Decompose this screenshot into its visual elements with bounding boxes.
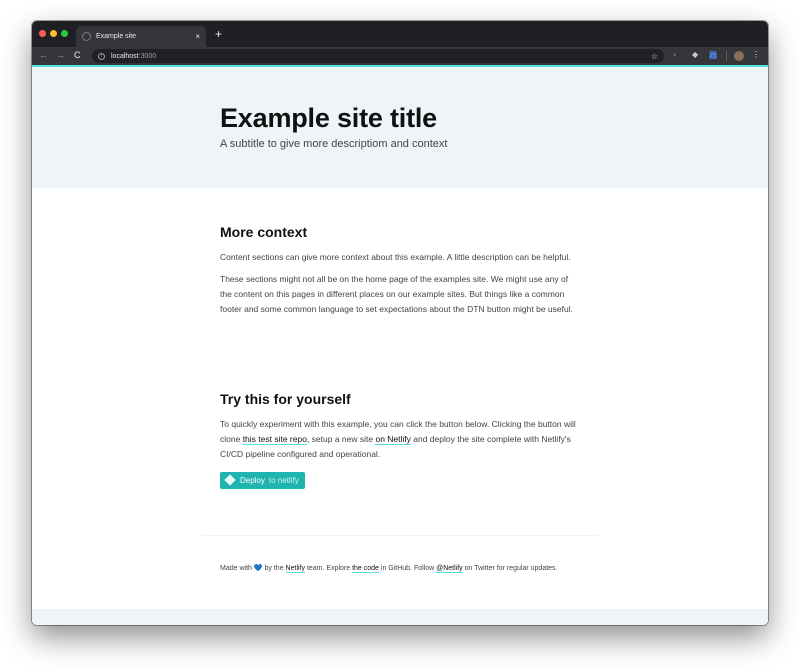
window-controls [39, 30, 68, 37]
paragraph: These sections might not all be on the h… [220, 274, 573, 314]
footer-twitter-link[interactable]: @Netlify [436, 565, 463, 573]
url-port: :3000 [138, 52, 157, 60]
repo-link[interactable]: this test site repo [242, 434, 307, 445]
back-arrow-icon[interactable]: ← [39, 50, 48, 60]
text: in GitHub. Follow [378, 565, 437, 572]
browser-tab[interactable]: Example site × [76, 26, 206, 47]
footer-code-link[interactable]: the code [352, 565, 379, 573]
hero-banner: Example site title A subtitle to give mo… [32, 67, 768, 188]
browser-toolbar: ← → C i localhost :3000 ☆ ◐ ◆ 器 ⋮ [32, 47, 768, 65]
close-tab-icon[interactable]: × [195, 32, 200, 41]
url-host: localhost [111, 52, 139, 60]
globe-icon [82, 32, 91, 41]
new-tab-button[interactable]: + [215, 27, 222, 41]
bottom-strip [32, 609, 768, 625]
info-icon[interactable]: i [98, 52, 105, 60]
close-window-button[interactable] [39, 30, 46, 37]
page-viewport: Example site title A subtitle to give mo… [32, 67, 768, 625]
text: on Twitter for regular updates. [462, 565, 558, 572]
section-heading: More context [220, 224, 308, 240]
footer-netlify-link[interactable]: Netlify [285, 565, 305, 573]
deploy-label: Deploy [240, 475, 265, 485]
site-subtitle: A subtitle to give more descriptiom and … [220, 138, 448, 150]
section-heading: Try this for yourself [220, 391, 351, 407]
more-context-section: More context Content sections can give m… [220, 224, 580, 324]
text: , setup a new site [306, 434, 376, 444]
profile-avatar[interactable] [734, 51, 744, 61]
forward-arrow-icon[interactable]: → [56, 50, 65, 60]
heart-icon: 💙 [253, 565, 263, 572]
toolbar-separator [726, 51, 727, 61]
paragraph: To quickly experiment with this example,… [220, 417, 580, 462]
extension-diamond-icon[interactable]: ◆ [692, 50, 698, 59]
address-bar[interactable]: i localhost :3000 ☆ [92, 49, 664, 63]
tab-bar: Example site × + [32, 21, 768, 47]
tab-title: Example site [96, 33, 137, 40]
deploy-to-netlify-button[interactable]: Deploy to netlify [220, 471, 305, 489]
extension-react-icon[interactable]: 器 [709, 50, 717, 61]
minimize-window-button[interactable] [50, 30, 57, 37]
bookmark-star-icon[interactable]: ☆ [651, 52, 658, 61]
maximize-window-button[interactable] [61, 30, 68, 37]
browser-menu-icon[interactable]: ⋮ [752, 50, 760, 59]
text: by the [262, 565, 286, 572]
footer-divider [202, 535, 598, 536]
netlify-diamond-icon [224, 474, 236, 486]
site-title: Example site title [220, 103, 437, 133]
browser-window: Example site × + ← → C i localhost :3000… [32, 21, 768, 625]
deploy-label-suffix: to netlify [268, 475, 299, 485]
extension-icon[interactable]: ◐ [673, 50, 678, 59]
text: Made with [220, 565, 254, 572]
try-yourself-section: Try this for yourself To quickly experim… [220, 391, 580, 489]
netlify-link[interactable]: on Netlify [375, 434, 411, 445]
text: team. Explore [305, 565, 353, 572]
footer: Made with 💙 by the Netlify team. Explore… [220, 564, 558, 573]
reload-icon[interactable]: C [74, 50, 81, 60]
paragraph: Content sections can give more context a… [220, 252, 571, 262]
